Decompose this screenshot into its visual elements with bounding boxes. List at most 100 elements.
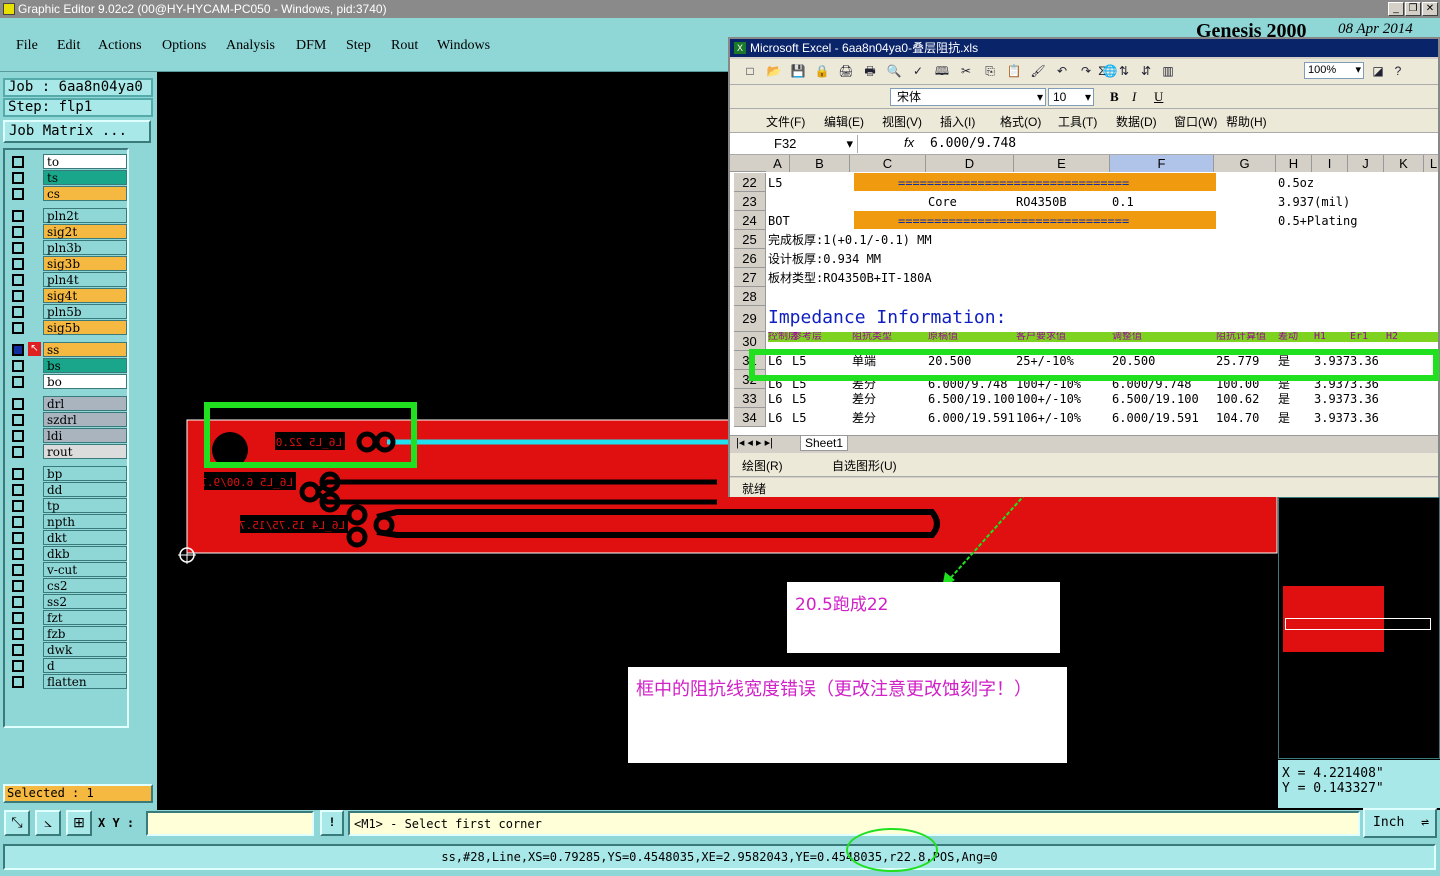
column-header[interactable]: A [766,155,790,172]
cell-G32[interactable]: 100.00 [1216,380,1259,389]
cell-A27[interactable]: 板材类型:RO4350B+IT-180A [768,269,932,287]
layer-row-tp[interactable]: tp [7,498,127,513]
toolbar-icon-9[interactable]: ✂ [958,63,974,79]
cell-H34[interactable]: 是 [1278,409,1290,427]
layer-name[interactable]: ts [43,170,127,185]
layer-name[interactable]: pln3b [43,240,127,255]
layer-name[interactable]: szdrl [43,412,127,427]
toolbar-icon-2[interactable]: 💾 [790,63,806,79]
toolbar-icon-12[interactable]: 🖌 [1030,63,1046,79]
toolbar-icon-16[interactable]: Σ [1094,63,1110,79]
layer-row-dwk[interactable]: dwk [7,642,127,657]
layer-checkbox[interactable] [12,156,24,168]
cell-J32[interactable]: 3.36 [1350,380,1379,389]
excel-menu-item[interactable]: 文件(F) [766,113,805,130]
layer-checkbox[interactable] [12,414,24,426]
layer-name[interactable]: dkt [43,530,127,545]
excel-menu-item[interactable]: 数据(D) [1116,113,1157,130]
layer-checkbox[interactable] [12,360,24,372]
layer-row-ts[interactable]: ts [7,170,127,185]
cell-A32[interactable]: L6 [768,380,782,389]
menu-actions[interactable]: Actions [98,38,142,54]
layer-row-sig4t[interactable]: sig4t [7,288,127,303]
cell-E23[interactable]: RO4350B [1016,193,1067,211]
cell-A29[interactable]: Impedance Information: [768,306,1006,330]
excel-menu-item[interactable]: 帮助(H) [1226,113,1267,130]
layer-name[interactable]: bs [43,358,127,373]
toolbar-icon-13[interactable]: ↶ [1054,63,1070,79]
cell-H23[interactable]: 3.937(mil) [1278,193,1350,211]
font-size-select[interactable]: 10 ▾ [1048,88,1094,106]
cell-A25[interactable]: 完成板厚:1(+0.1/-0.1) MM [768,231,932,249]
toolbar-icon-7[interactable]: ✓ [910,63,926,79]
minimize-button[interactable]: _ [1388,2,1404,16]
cell-G33[interactable]: 100.62 [1216,390,1259,408]
cell-G34[interactable]: 104.70 [1216,409,1259,427]
layer-checkbox[interactable] [12,564,24,576]
menu-step[interactable]: Step [346,38,371,54]
toolbar-icon-8[interactable]: 🕮 [934,63,950,79]
row-header[interactable]: 22 [734,173,766,192]
cell-A34[interactable]: L6 [768,409,782,427]
cell-I33[interactable]: 3.937 [1314,390,1350,408]
layer-row-fzt[interactable]: fzt [7,610,127,625]
layer-row-szdrl[interactable]: szdrl [7,412,127,427]
layer-checkbox[interactable] [12,376,24,388]
layer-row-bs[interactable]: bs [7,358,127,373]
preview-window[interactable] [1278,497,1440,759]
layer-row-ldi[interactable]: ldi [7,428,127,443]
tab-nav-icon[interactable]: |◂ ◂ ▸ ▸| [736,436,773,449]
toolbar-icon-20[interactable]: ◪ [1370,63,1386,79]
cell-H32[interactable]: 是 [1278,380,1290,389]
cell-F30[interactable]: 调整值 [1112,332,1142,342]
layer-checkbox[interactable] [12,628,24,640]
layer-row-ss2[interactable]: ss2 [7,594,127,609]
column-header[interactable]: K [1384,155,1424,172]
column-header[interactable]: J [1348,155,1384,172]
cell-J30[interactable]: Er1 [1350,332,1368,342]
layer-checkbox[interactable] [12,430,24,442]
layer-row-rout[interactable]: rout [7,444,127,459]
cell-E32[interactable]: 100+/-10% [1016,380,1081,389]
grid-icon[interactable]: ⊞ [66,810,92,836]
menu-dfm[interactable]: DFM [296,38,326,54]
layer-name[interactable]: d [43,658,127,673]
job-matrix-button[interactable]: Job Matrix ... [3,120,151,143]
layer-checkbox[interactable] [12,596,24,608]
cell-B32[interactable]: L5 [792,380,806,389]
layer-name[interactable]: sig3b [43,256,127,271]
menu-edit[interactable]: Edit [57,38,80,54]
layer-checkbox[interactable] [12,580,24,592]
cell-B34[interactable]: L5 [792,409,806,427]
layer-row-sig5b[interactable]: sig5b [7,320,127,335]
layer-checkbox[interactable] [12,612,24,624]
column-header[interactable]: L [1424,155,1438,172]
layer-checkbox[interactable] [12,398,24,410]
cell-B30[interactable]: 参考层 [792,332,822,342]
layer-row-sig3b[interactable]: sig3b [7,256,127,271]
bold-button[interactable]: B [1110,89,1119,105]
cell-C34[interactable]: 差分 [852,409,876,427]
layer-name[interactable]: fzt [43,610,127,625]
layer-name[interactable]: fzb [43,626,127,641]
zoom-select[interactable]: 100% ▾ [1304,62,1364,79]
cell-D32[interactable]: 6.000/9.748 [928,380,1007,389]
layer-checkbox[interactable] [12,172,24,184]
layer-row-cs[interactable]: cs [7,186,127,201]
toolbar-icon-10[interactable]: ⎘ [982,63,998,79]
toolbar-icon-18[interactable]: ⇵ [1138,63,1154,79]
toolbar-icon-3[interactable]: 🔒 [814,63,830,79]
layer-name[interactable]: ldi [43,428,127,443]
layer-checkbox[interactable] [12,676,24,688]
cell-D30[interactable]: 原稿值 [928,332,958,342]
cell-H30[interactable]: 差动 [1278,332,1298,342]
layer-checkbox[interactable] [12,500,24,512]
layer-checkbox[interactable] [12,344,24,356]
cell-F33[interactable]: 6.500/19.100 [1112,390,1199,408]
layer-row-pln4t[interactable]: pln4t [7,272,127,287]
layer-name[interactable]: sig2t [43,224,127,239]
layer-name[interactable]: dwk [43,642,127,657]
toolbar-icon-6[interactable]: 🔍 [886,63,902,79]
layer-name[interactable]: dkb [43,546,127,561]
excel-menu-item[interactable]: 窗口(W) [1174,113,1217,130]
